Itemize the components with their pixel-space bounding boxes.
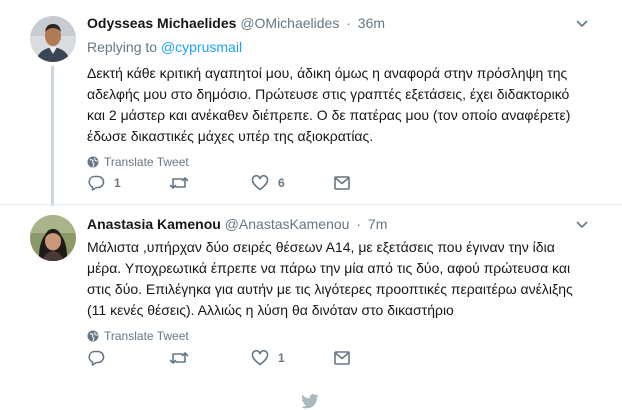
twitter-bird-icon <box>301 394 319 409</box>
translate-tweet-link[interactable]: Translate Tweet <box>87 329 602 343</box>
globe-icon <box>87 330 99 342</box>
reply-action[interactable] <box>87 349 169 367</box>
tweet-text: Δεκτή κάθε κριτική αγαπητοί μου, άδικη ό… <box>87 63 602 147</box>
tweet-text-line: έδωσε δικαστικές μάχες υπέρ της αξιοκρατ… <box>87 128 374 144</box>
reply-count: 1 <box>114 176 121 190</box>
dm-action[interactable] <box>333 349 415 367</box>
username[interactable]: @AnastasKamenou <box>225 216 350 232</box>
avatar[interactable] <box>30 215 76 261</box>
translate-label[interactable]: Translate Tweet <box>104 155 189 169</box>
replying-mention-link[interactable]: @cyprusmail <box>161 39 242 55</box>
dm-icon[interactable] <box>333 349 351 367</box>
tweet-header: Anastasia Kamenou @AnastasKamenou · 7m <box>87 215 602 233</box>
replying-to: Replying to @cyprusmail <box>87 38 602 56</box>
reply-icon[interactable] <box>87 174 105 192</box>
tweet-actions: 1 6 <box>87 174 415 192</box>
tweet[interactable]: Anastasia Kamenou @AnastasKamenou · 7m Μ… <box>0 204 622 377</box>
timestamp[interactable]: 7m <box>368 216 387 232</box>
display-name[interactable]: Odysseas Michaelides <box>87 15 236 31</box>
globe-icon <box>87 156 99 168</box>
tweet-text-line: (11 κενές θέσεις). Αλλιώς η λύση θα δινό… <box>87 302 454 318</box>
tweet[interactable]: Odysseas Michaelides @OMichaelides · 36m… <box>0 0 622 206</box>
display-name[interactable]: Anastasia Kamenou <box>87 216 221 232</box>
like-action[interactable]: 6 <box>251 174 333 192</box>
tweet-text-line: αδελφής μου στο δημόσιο. Πρώτευσε στις γ… <box>87 86 570 102</box>
tweet-header: Odysseas Michaelides @OMichaelides · 36m <box>87 14 602 32</box>
tweet-content: Odysseas Michaelides @OMichaelides · 36m… <box>87 14 602 169</box>
tweet-actions: 1 <box>87 349 415 367</box>
retweet-icon[interactable] <box>169 174 189 192</box>
avatar-image <box>30 16 76 62</box>
chevron-down-icon[interactable] <box>576 219 588 231</box>
like-count: 1 <box>278 351 285 365</box>
dm-action[interactable] <box>333 174 415 192</box>
translate-tweet-link[interactable]: Translate Tweet <box>87 155 602 169</box>
tweet-text-line: στις δύο. Επιλέγηκα για αυτήν με τις λιγ… <box>87 281 573 297</box>
dm-icon[interactable] <box>333 174 351 192</box>
like-action[interactable]: 1 <box>251 349 333 367</box>
timestamp[interactable]: 36m <box>358 15 385 31</box>
tweet-text-line: και 2 μάστερ και ανέκαθεν διέπρεπε. Ο δε… <box>87 107 571 123</box>
like-icon[interactable] <box>251 174 269 192</box>
translate-label[interactable]: Translate Tweet <box>104 329 189 343</box>
retweet-icon[interactable] <box>169 349 189 367</box>
retweet-action[interactable] <box>169 349 251 367</box>
avatar-image <box>30 215 76 261</box>
reply-action[interactable]: 1 <box>87 174 169 192</box>
chevron-down-icon[interactable] <box>576 18 588 30</box>
thread-line <box>51 66 54 206</box>
like-count: 6 <box>278 176 285 190</box>
tweet-text-line: μέρα. Υποχρεωτικά έπρεπε να πάρω την μία… <box>87 260 571 276</box>
tweet-text: Μάλιστα ,υπήρχαν δύο σειρές θέσεων Α14, … <box>87 237 602 321</box>
reply-icon[interactable] <box>87 349 105 367</box>
avatar[interactable] <box>30 16 76 62</box>
replying-label: Replying to <box>87 39 158 55</box>
tweet-text-line: Δεκτή κάθε κριτική αγαπητοί μου, άδικη ό… <box>87 65 568 81</box>
tweet-content: Anastasia Kamenou @AnastasKamenou · 7m Μ… <box>87 215 602 343</box>
separator: · <box>346 15 351 31</box>
retweet-action[interactable] <box>169 174 251 192</box>
tweet-text-line: Μάλιστα ,υπήρχαν δύο σειρές θέσεων Α14, … <box>87 239 555 255</box>
separator: · <box>356 216 362 232</box>
username[interactable]: @OMichaelides <box>240 15 339 31</box>
like-icon[interactable] <box>251 349 269 367</box>
